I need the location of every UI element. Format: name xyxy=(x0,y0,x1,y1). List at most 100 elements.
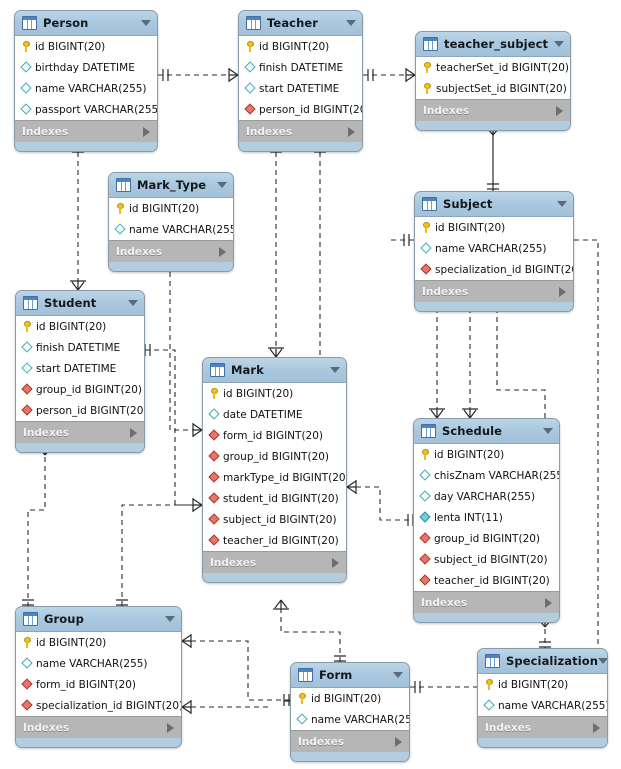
column-row[interactable]: id BIGINT(20) xyxy=(478,674,607,695)
expand-indexes-icon[interactable] xyxy=(219,246,226,257)
column-row[interactable]: id BIGINT(20) xyxy=(16,316,144,337)
indexes-section-schedule[interactable]: Indexes xyxy=(414,591,559,613)
table-mark[interactable]: Mark id BIGINT(20) date DATETIME form_id BI… xyxy=(202,357,347,583)
indexes-section-teacher[interactable]: Indexes xyxy=(239,120,362,142)
table-header-student[interactable]: Student xyxy=(16,291,144,316)
column-row[interactable]: finish DATETIME xyxy=(239,57,362,78)
expand-indexes-icon[interactable] xyxy=(559,286,566,297)
column-row[interactable]: subject_id BIGINT(20) xyxy=(203,509,346,530)
column-row[interactable]: person_id BIGINT(20) xyxy=(16,400,144,421)
column-row[interactable]: name VARCHAR(255) xyxy=(16,653,181,674)
table-header-specialization[interactable]: Specialization xyxy=(478,649,607,674)
column-row[interactable]: id BIGINT(20) xyxy=(414,444,559,465)
column-row[interactable]: group_id BIGINT(20) xyxy=(203,446,346,467)
chevron-down-icon[interactable] xyxy=(128,300,138,306)
indexes-section-group[interactable]: Indexes xyxy=(16,716,181,738)
chevron-down-icon[interactable] xyxy=(217,182,227,188)
expand-indexes-icon[interactable] xyxy=(143,126,150,137)
expand-indexes-icon[interactable] xyxy=(545,597,552,608)
indexes-section-teacher_subject[interactable]: Indexes xyxy=(416,99,570,121)
column-row[interactable]: date DATETIME xyxy=(203,404,346,425)
chevron-down-icon[interactable] xyxy=(141,20,151,26)
column-row[interactable]: specialization_id BIGINT(20) xyxy=(415,259,573,280)
chevron-down-icon[interactable] xyxy=(393,672,403,678)
table-header-subject[interactable]: Subject xyxy=(415,192,573,217)
chevron-down-icon[interactable] xyxy=(557,201,567,207)
column-row[interactable]: passport VARCHAR(255) xyxy=(15,99,157,120)
table-person[interactable]: Person id BIGINT(20) birthday DATETIME name… xyxy=(14,10,158,152)
column-row[interactable]: id BIGINT(20) xyxy=(415,217,573,238)
table-header-person[interactable]: Person xyxy=(15,11,157,36)
expand-indexes-icon[interactable] xyxy=(167,722,174,733)
column-row[interactable]: name VARCHAR(255) xyxy=(291,709,409,730)
column-row[interactable]: day VARCHAR(255) xyxy=(414,486,559,507)
column-row[interactable]: start DATETIME xyxy=(16,358,144,379)
column-row[interactable]: subject_id BIGINT(20) xyxy=(414,549,559,570)
table-header-teacher[interactable]: Teacher xyxy=(239,11,362,36)
table-teacher[interactable]: Teacher id BIGINT(20) finish DATETIME start… xyxy=(238,10,363,152)
column-row[interactable]: name VARCHAR(255) xyxy=(415,238,573,259)
column-row[interactable]: id BIGINT(20) xyxy=(16,632,181,653)
column-row[interactable]: teacher_id BIGINT(20) xyxy=(203,530,346,551)
column-row[interactable]: id BIGINT(20) xyxy=(203,383,346,404)
column-row[interactable]: teacherSet_id BIGINT(20) xyxy=(416,57,570,78)
indexes-section-form[interactable]: Indexes xyxy=(291,730,409,752)
column-row[interactable]: person_id BIGINT(20) xyxy=(239,99,362,120)
table-teacher_subject[interactable]: teacher_subject teacherSet_id BIGINT(20) s… xyxy=(415,31,571,131)
column-row[interactable]: form_id BIGINT(20) xyxy=(203,425,346,446)
column-row[interactable]: specialization_id BIGINT(20) xyxy=(16,695,181,716)
indexes-section-mark_type[interactable]: Indexes xyxy=(109,240,233,262)
indexes-section-specialization[interactable]: Indexes xyxy=(478,716,607,738)
indexes-section-person[interactable]: Indexes xyxy=(15,120,157,142)
column-row[interactable]: student_id BIGINT(20) xyxy=(203,488,346,509)
column-row[interactable]: id BIGINT(20) xyxy=(291,688,409,709)
expand-indexes-icon[interactable] xyxy=(348,126,355,137)
column-row[interactable]: group_id BIGINT(20) xyxy=(414,528,559,549)
table-header-teacher_subject[interactable]: teacher_subject xyxy=(416,32,570,57)
indexes-section-mark[interactable]: Indexes xyxy=(203,551,346,573)
chevron-down-icon[interactable] xyxy=(554,41,564,47)
column-row[interactable]: id BIGINT(20) xyxy=(109,198,233,219)
table-header-form[interactable]: Form xyxy=(291,663,409,688)
column-row[interactable]: subjectSet_id BIGINT(20) xyxy=(416,78,570,99)
column-row[interactable]: markType_id BIGINT(20) xyxy=(203,467,346,488)
column-label: id BIGINT(20) xyxy=(129,202,200,215)
table-header-mark[interactable]: Mark xyxy=(203,358,346,383)
table-mark_type[interactable]: Mark_Typeid BIGINT(20) name VARCHAR(255) I… xyxy=(108,172,234,272)
column-row[interactable]: id BIGINT(20) xyxy=(15,36,157,57)
expand-indexes-icon[interactable] xyxy=(593,722,600,733)
chevron-down-icon[interactable] xyxy=(598,658,607,664)
expand-indexes-icon[interactable] xyxy=(332,557,339,568)
column-row[interactable]: lenta INT(11) xyxy=(414,507,559,528)
column-label: teacher_id BIGINT(20) xyxy=(223,534,339,547)
column-row[interactable]: teacher_id BIGINT(20) xyxy=(414,570,559,591)
table-form[interactable]: Form id BIGINT(20) name VARCHAR(255) Indexe… xyxy=(290,662,410,762)
column-row[interactable]: form_id BIGINT(20) xyxy=(16,674,181,695)
table-subject[interactable]: Subject id BIGINT(20) name VARCHAR(255) spe… xyxy=(414,191,574,312)
column-row[interactable]: group_id BIGINT(20) xyxy=(16,379,144,400)
table-specialization[interactable]: Specialization id BIGINT(20) name VARCHAR(… xyxy=(477,648,608,748)
column-row[interactable]: name VARCHAR(255) xyxy=(15,78,157,99)
expand-indexes-icon[interactable] xyxy=(395,736,402,747)
table-group[interactable]: Group id BIGINT(20) name VARCHAR(255) form_… xyxy=(15,606,182,748)
expand-indexes-icon[interactable] xyxy=(130,427,137,438)
column-row[interactable]: start DATETIME xyxy=(239,78,362,99)
table-header-mark_type[interactable]: Mark_Type xyxy=(109,173,233,198)
chevron-down-icon[interactable] xyxy=(543,428,553,434)
column-row[interactable]: name VARCHAR(255) xyxy=(478,695,607,716)
column-row[interactable]: birthday DATETIME xyxy=(15,57,157,78)
chevron-down-icon[interactable] xyxy=(165,616,175,622)
column-row[interactable]: id BIGINT(20) xyxy=(239,36,362,57)
table-header-group[interactable]: Group xyxy=(16,607,181,632)
table-header-schedule[interactable]: Schedule xyxy=(414,419,559,444)
column-row[interactable]: name VARCHAR(255) xyxy=(109,219,233,240)
expand-indexes-icon[interactable] xyxy=(556,105,563,116)
column-row[interactable]: chisZnam VARCHAR(255) xyxy=(414,465,559,486)
indexes-section-student[interactable]: Indexes xyxy=(16,421,144,443)
indexes-section-subject[interactable]: Indexes xyxy=(415,280,573,302)
table-schedule[interactable]: Schedule id BIGINT(20) chisZnam VARCHAR(25… xyxy=(413,418,560,623)
chevron-down-icon[interactable] xyxy=(330,367,340,373)
column-row[interactable]: finish DATETIME xyxy=(16,337,144,358)
table-student[interactable]: Student id BIGINT(20) finish DATETIME start… xyxy=(15,290,145,453)
chevron-down-icon[interactable] xyxy=(346,20,356,26)
